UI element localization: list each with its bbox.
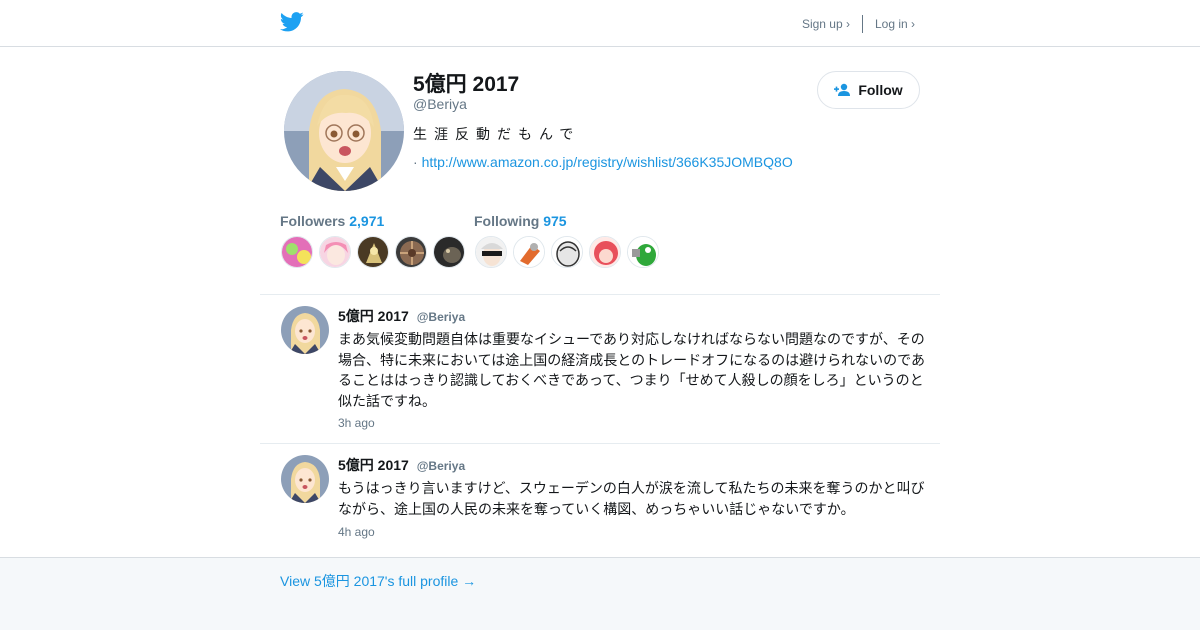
nav-divider — [861, 15, 863, 33]
profile-name: 5億円 2017 — [413, 73, 520, 96]
tweet[interactable]: 5億円 2017 @Beriya もうはっきり言いますけど、スウェーデンの白人が… — [281, 455, 931, 545]
top-bar: Sign up › Log in › — [0, 0, 1200, 47]
follower-avatar[interactable] — [395, 236, 427, 268]
followers-avatars — [281, 236, 465, 268]
following-avatar[interactable] — [589, 236, 621, 268]
follower-avatar[interactable] — [319, 236, 351, 268]
following-count: 975 — [543, 213, 567, 229]
profile-avatar[interactable] — [284, 71, 404, 191]
tweet[interactable]: 5億円 2017 @Beriya まあ気候変動問題自体は重要なイシューであり対応… — [281, 306, 931, 436]
profile-url-row: · http://www.amazon.co.jp/registry/wishl… — [413, 154, 793, 170]
tweet-timestamp[interactable]: 4h ago — [338, 525, 375, 539]
top-nav: Sign up › Log in › — [802, 15, 915, 33]
following-avatar[interactable] — [475, 236, 507, 268]
url-bullet: · — [413, 154, 418, 170]
following-avatar[interactable] — [627, 236, 659, 268]
following-avatars — [475, 236, 659, 268]
follower-avatar[interactable] — [357, 236, 389, 268]
followers-stat[interactable]: Followers 2,971 — [280, 213, 384, 229]
login-link[interactable]: Log in › — [875, 17, 915, 31]
footer: View 5億円 2017's full profile → — [0, 557, 1200, 630]
tweet-header: 5億円 2017 @Beriya — [338, 306, 465, 326]
follower-avatar[interactable] — [281, 236, 313, 268]
follower-avatar[interactable] — [433, 236, 465, 268]
tweet-timestamp[interactable]: 3h ago — [338, 416, 375, 430]
full-profile-link[interactable]: View 5億円 2017's full profile → — [280, 571, 476, 591]
tweet-divider — [260, 443, 940, 444]
following-avatar[interactable] — [513, 236, 545, 268]
tweet-header: 5億円 2017 @Beriya — [338, 455, 465, 475]
tweet-avatar[interactable] — [281, 455, 329, 503]
tweet-author-name[interactable]: 5億円 2017 — [338, 457, 409, 473]
tweet-author-handle[interactable]: @Beriya — [417, 459, 465, 473]
tweet-avatar[interactable] — [281, 306, 329, 354]
twitter-bird-icon[interactable] — [280, 12, 304, 32]
followers-count: 2,971 — [349, 213, 385, 229]
profile-handle: @Beriya — [413, 96, 467, 112]
follow-button[interactable]: Follow — [817, 71, 920, 109]
signup-link[interactable]: Sign up › — [802, 17, 850, 31]
add-user-icon — [834, 83, 851, 96]
following-avatar[interactable] — [551, 236, 583, 268]
follow-label: Follow — [858, 82, 903, 98]
tweet-author-name[interactable]: 5億円 2017 — [338, 308, 409, 324]
section-divider — [260, 294, 940, 295]
profile-bio: 生涯反動だもんで — [413, 126, 581, 142]
followers-label: Followers — [280, 213, 346, 229]
tweet-text: まあ気候変動問題自体は重要なイシューであり対応しなければならない問題なのですが、… — [338, 331, 926, 409]
tweet-text: もうはっきり言いますけど、スウェーデンの白人が涙を流して私たちの未来を奪うのかと… — [338, 480, 925, 517]
profile-url-link[interactable]: http://www.amazon.co.jp/registry/wishlis… — [422, 154, 793, 170]
following-label: Following — [474, 213, 540, 229]
following-stat[interactable]: Following 975 — [474, 213, 567, 229]
tweet-author-handle[interactable]: @Beriya — [417, 310, 465, 324]
